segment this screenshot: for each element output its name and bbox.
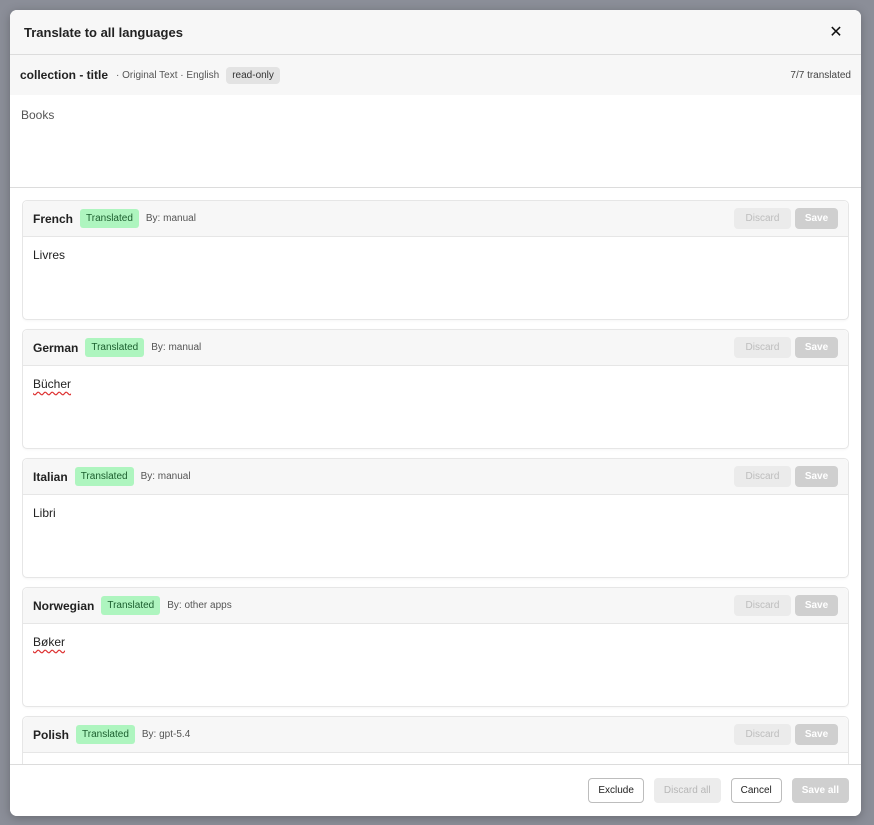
save-button[interactable]: Save — [795, 208, 838, 229]
translation-textarea[interactable]: Libri — [23, 495, 848, 531]
discard-button[interactable]: Discard — [734, 724, 791, 745]
read-only-badge: read-only — [226, 66, 280, 84]
language-card-header: Norwegian Translated By: other apps Disc… — [23, 588, 848, 624]
original-text: Books — [21, 108, 55, 122]
language-name: Polish — [33, 727, 70, 742]
save-all-button[interactable]: Save all — [791, 778, 849, 803]
status-badge: Translated — [101, 596, 161, 615]
exclude-button[interactable]: Exclude — [588, 778, 644, 803]
translation-textarea[interactable]: Bücher — [23, 366, 848, 402]
language-name: French — [33, 211, 74, 226]
original-header: collection - title · Original Text · Eng… — [10, 55, 861, 95]
language-name: Italian — [33, 469, 68, 484]
language-card-polish: Polish Translated By: gpt-5.4 Discard Sa… — [22, 716, 849, 765]
save-button[interactable]: Save — [795, 466, 838, 487]
translated-by: By: manual — [140, 471, 191, 482]
discard-button[interactable]: Discard — [734, 208, 791, 229]
translated-by: By: other apps — [167, 600, 232, 611]
status-badge: Translated — [74, 467, 134, 486]
discard-button[interactable]: Discard — [734, 466, 791, 487]
status-badge: Translated — [76, 725, 135, 744]
status-badge: Translated — [80, 209, 139, 228]
language-card-norwegian: Norwegian Translated By: other apps Disc… — [22, 587, 849, 707]
status-badge: Translated — [85, 338, 145, 357]
translation-text: Bücher — [33, 377, 72, 391]
language-card-french: French Translated By: manual Discard Sav… — [22, 200, 849, 320]
cancel-button[interactable]: Cancel — [730, 778, 782, 803]
original-meta: · Original Text · English — [116, 69, 220, 81]
translated-by: By: manual — [145, 213, 196, 224]
field-title: collection - title — [20, 68, 109, 82]
modal-header: Translate to all languages ✕ — [10, 10, 861, 55]
translated-by: By: manual — [151, 342, 202, 353]
discard-button[interactable]: Discard — [734, 595, 791, 616]
translated-count: 7/7 translated — [790, 69, 851, 81]
translation-textarea[interactable]: Livres — [23, 237, 848, 273]
modal-footer: Exclude Discard all Cancel Save all — [10, 764, 861, 816]
language-card-german: German Translated By: manual Discard Sav… — [22, 329, 849, 449]
save-button[interactable]: Save — [795, 337, 838, 358]
translated-by: By: gpt-5.4 — [141, 729, 191, 740]
language-name: Norwegian — [33, 598, 95, 613]
translate-modal: Translate to all languages ✕ collection … — [10, 10, 861, 816]
translation-text: Bøker — [33, 635, 66, 649]
close-icon[interactable]: ✕ — [825, 21, 847, 43]
language-card-header: Italian Translated By: manual Discard Sa… — [23, 459, 848, 495]
language-card-italian: Italian Translated By: manual Discard Sa… — [22, 458, 849, 578]
language-card-header: French Translated By: manual Discard Sav… — [23, 201, 848, 237]
save-button[interactable]: Save — [795, 595, 838, 616]
save-button[interactable]: Save — [795, 724, 838, 745]
discard-all-button[interactable]: Discard all — [653, 778, 721, 803]
translation-textarea[interactable]: Bøker — [23, 624, 848, 660]
discard-button[interactable]: Discard — [734, 337, 791, 358]
language-card-header: Polish Translated By: gpt-5.4 Discard Sa… — [23, 717, 848, 753]
modal-title: Translate to all languages — [24, 24, 183, 40]
language-card-header: German Translated By: manual Discard Sav… — [23, 330, 848, 366]
language-name: German — [33, 340, 79, 355]
original-text-section: collection - title · Original Text · Eng… — [10, 55, 861, 188]
language-list[interactable]: French Translated By: manual Discard Sav… — [22, 200, 849, 765]
